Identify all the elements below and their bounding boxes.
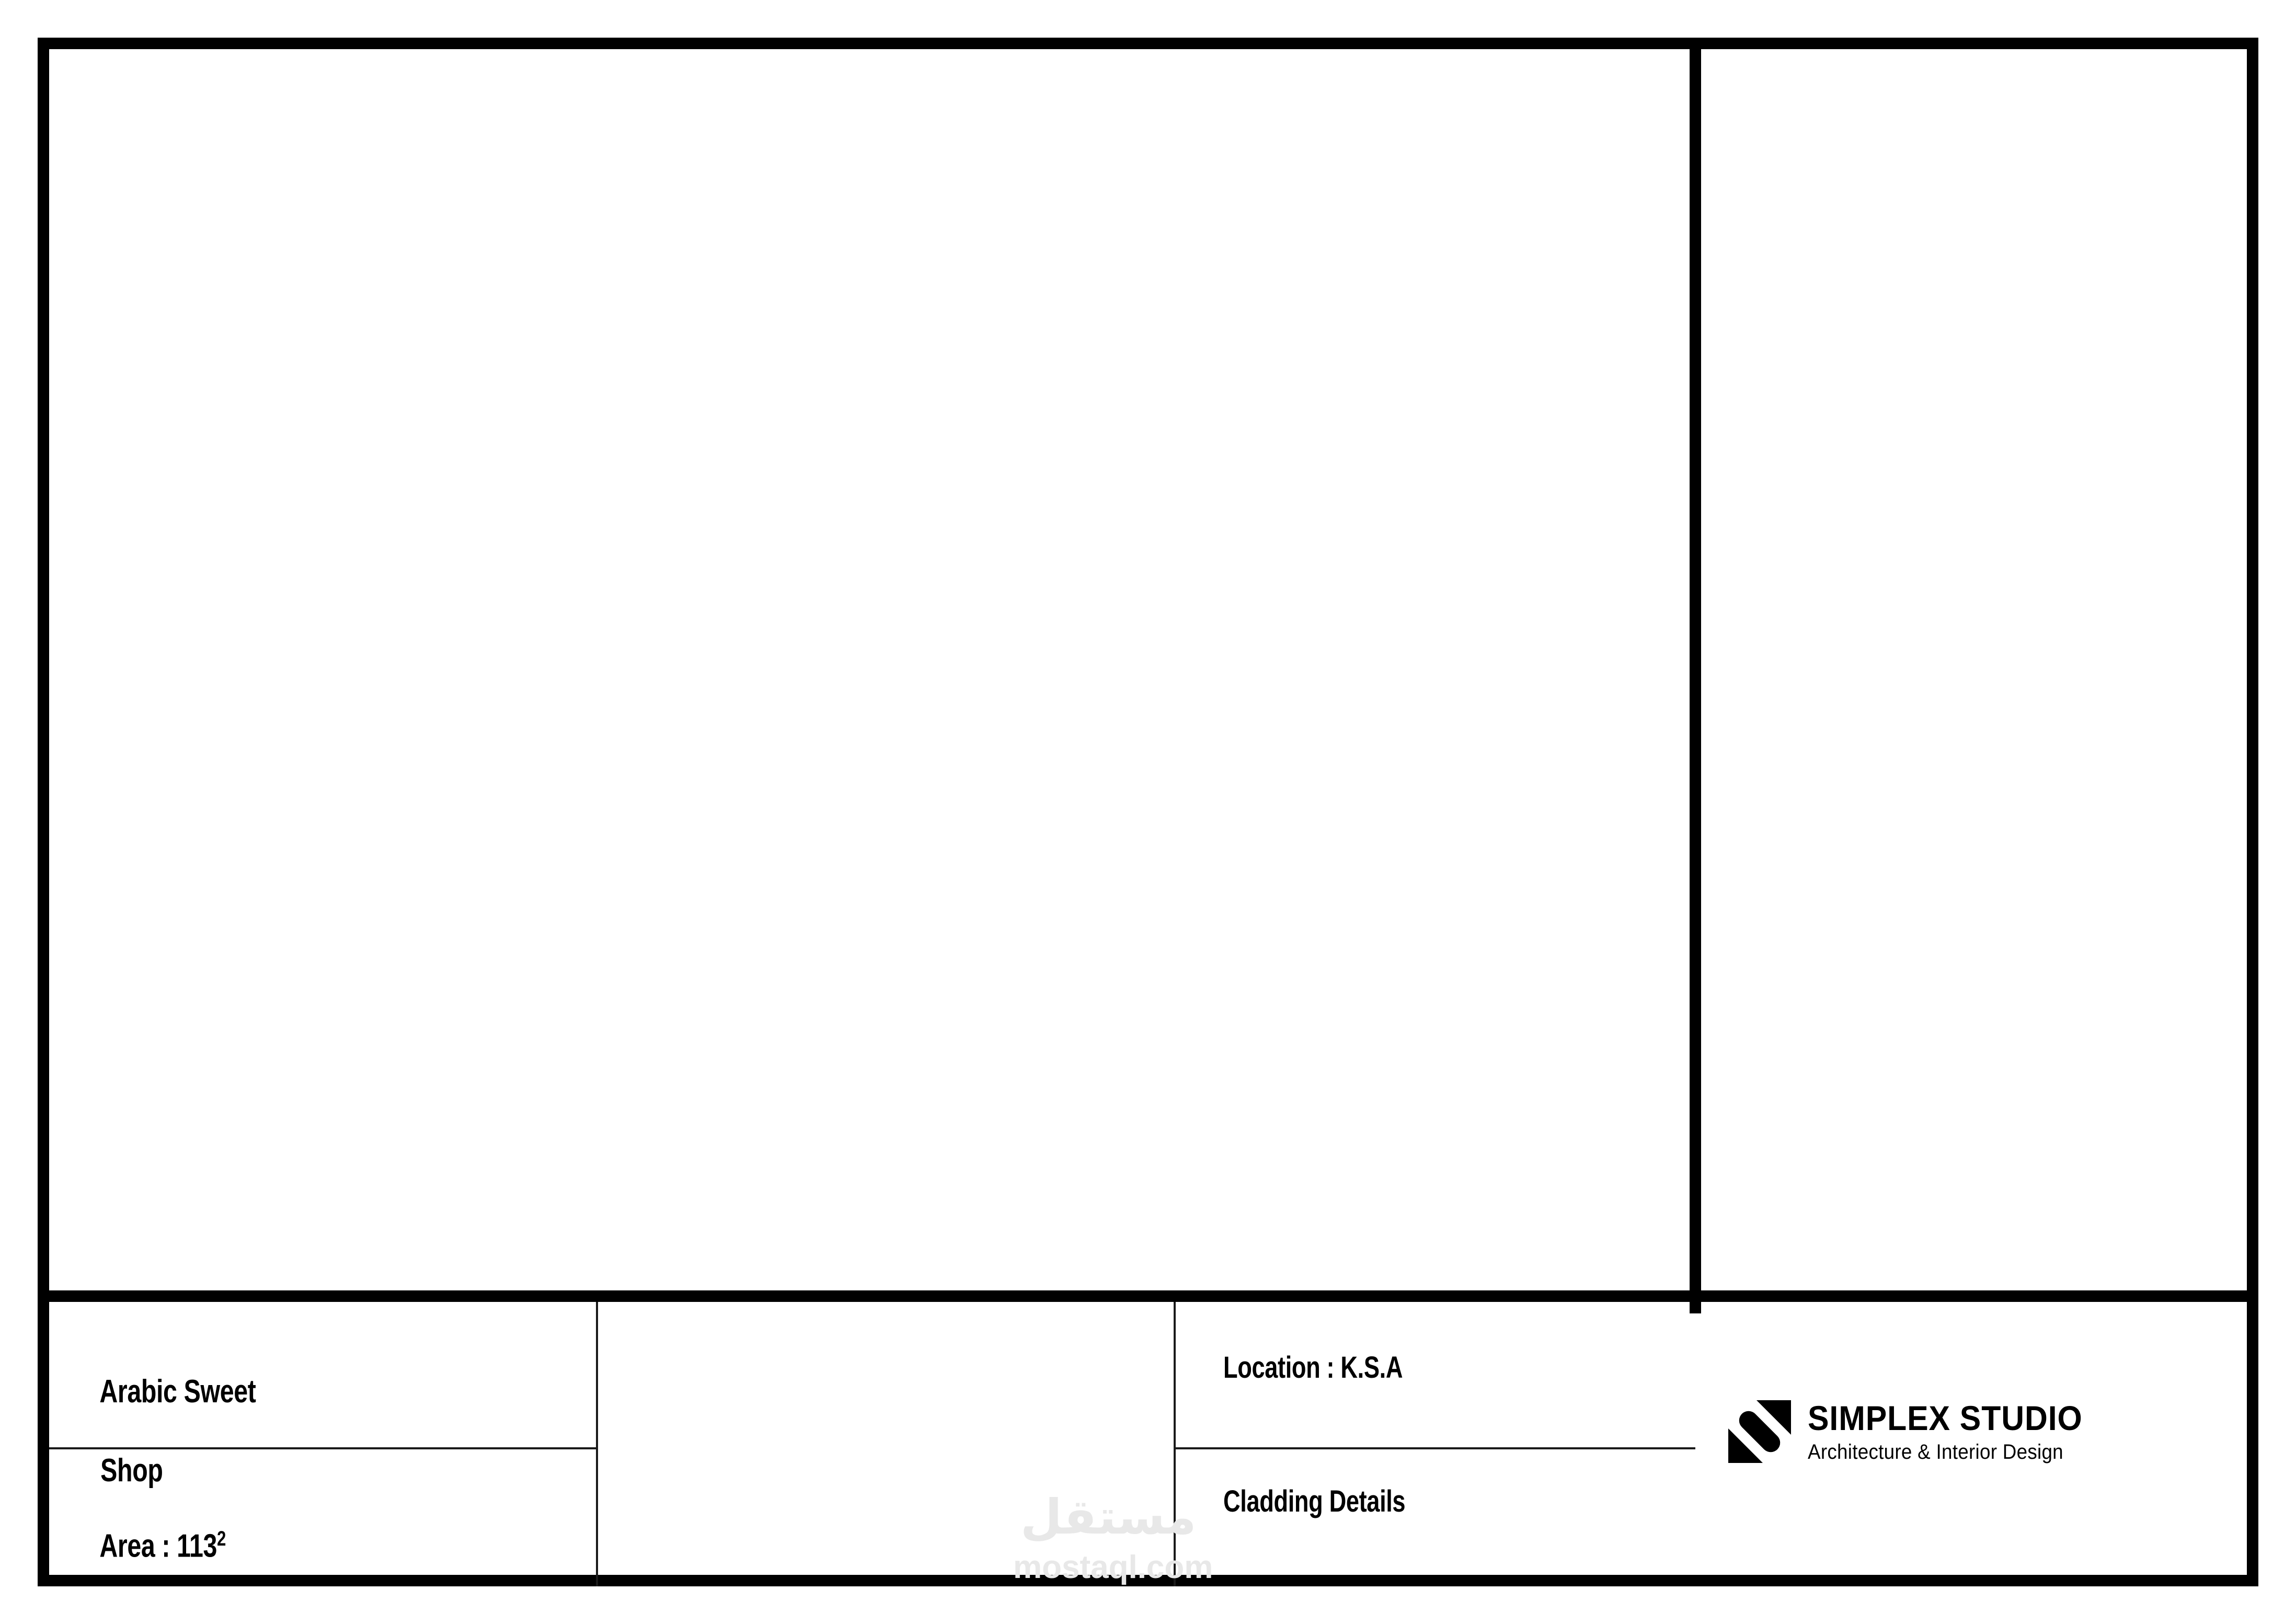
project-line-2: Shop [100, 1452, 163, 1489]
logo-tagline: Architecture & Interior Design [1808, 1440, 2063, 1463]
location-label: Location : K.S.A [1223, 1351, 1403, 1385]
area-value: Area : 1132 [73, 1490, 226, 1602]
tb-divider-col2 [1174, 1302, 1176, 1586]
area-exponent: 2 [217, 1527, 226, 1550]
logo-text-block: SIMPLEX STUDIO Architecture & Interior D… [1808, 1401, 2106, 1462]
area-label: Area : 113 [99, 1528, 217, 1564]
panel-divider-vertical [1690, 38, 1701, 1313]
studio-logo: SIMPLEX STUDIO Architecture & Interior D… [1725, 1397, 2106, 1466]
tb-divider-col1 [596, 1302, 598, 1586]
sheet-title: Cladding Details [1223, 1484, 1406, 1518]
drawing-sheet: 3.0 2.0 5.0 5.0 5.0 5.0 5.0 5.0 5.0 5.0 … [0, 0, 2296, 1624]
tb-divider-row-right [1174, 1447, 1695, 1449]
logo-studio-name: SIMPLEX STUDIO [1808, 1399, 2083, 1437]
project-line-1: Arabic Sweet [99, 1373, 256, 1410]
title-block-divider-horizontal [38, 1290, 2258, 1302]
sheet-border [38, 38, 2258, 1586]
simplex-monogram-icon [1725, 1397, 1794, 1466]
